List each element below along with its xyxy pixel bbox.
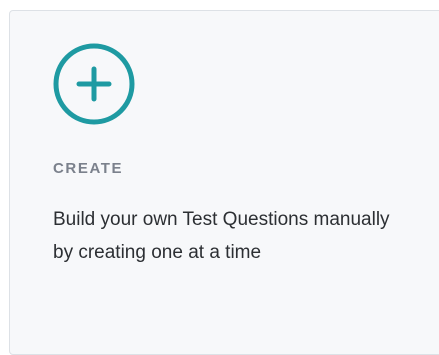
plus-circle-icon[interactable] [52,42,136,126]
create-option-card[interactable]: CREATE Build your own Test Questions man… [9,10,439,355]
card-title: CREATE [53,160,124,177]
card-description: Build your own Test Questions manually b… [53,209,390,263]
